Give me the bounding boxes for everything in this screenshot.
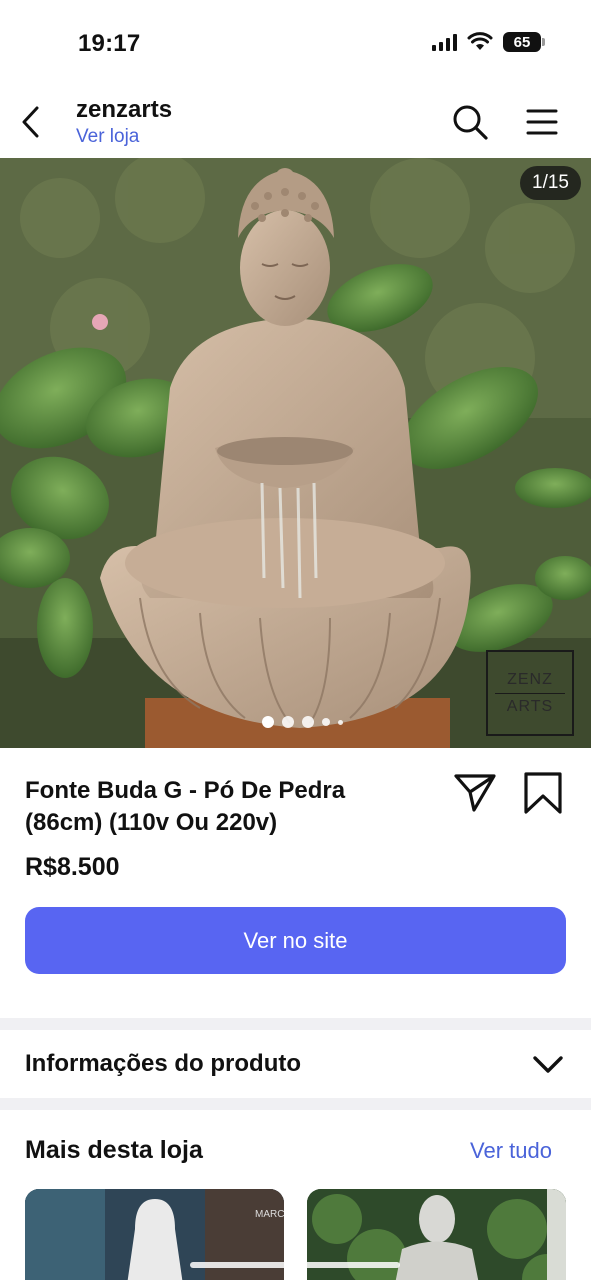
battery-icon: 65 — [503, 32, 545, 52]
battery-level: 65 — [513, 33, 531, 51]
status-time: 19:17 — [78, 30, 141, 57]
watermark-logo: ZENZ ARTS — [486, 650, 574, 736]
product-price: R$8.500 — [25, 853, 120, 881]
see-all-link[interactable]: Ver tudo — [470, 1138, 552, 1164]
carousel-dot[interactable] — [322, 718, 330, 726]
search-button[interactable] — [450, 102, 490, 142]
watermark-line1: ZENZ — [507, 670, 553, 688]
section-divider — [0, 1018, 591, 1030]
carousel-dot[interactable] — [338, 719, 343, 725]
header: zenzarts Ver loja — [0, 88, 591, 158]
share-button[interactable] — [452, 770, 498, 816]
wifi-icon — [467, 32, 493, 50]
chevron-down-icon — [533, 1056, 563, 1073]
image-counter: 1/15 — [520, 166, 581, 200]
thumbnail-text: MARC — [255, 1209, 284, 1220]
carousel-dot[interactable] — [262, 716, 274, 728]
search-icon — [453, 105, 488, 140]
save-button[interactable] — [520, 770, 566, 816]
send-icon — [454, 774, 496, 812]
signal-icon — [432, 33, 457, 51]
back-icon — [22, 106, 39, 138]
bookmark-icon — [524, 772, 562, 814]
menu-button[interactable] — [522, 102, 562, 142]
carousel-dot[interactable] — [282, 716, 294, 728]
carousel-dot[interactable] — [302, 716, 314, 728]
product-title: Fonte Buda G - Pó De Pedra (86cm) (110v … — [25, 777, 346, 836]
home-indicator — [190, 1262, 400, 1268]
back-button[interactable] — [14, 104, 46, 140]
store-link[interactable]: Ver loja — [76, 126, 172, 148]
more-from-store-title: Mais desta loja — [25, 1136, 203, 1164]
watermark-line2: ARTS — [506, 697, 554, 715]
status-icons: 65 — [432, 32, 545, 52]
product-info-accordion[interactable]: Informações do produto — [0, 1030, 591, 1098]
store-name[interactable]: zenzarts — [76, 96, 172, 124]
store-block[interactable]: zenzarts Ver loja — [76, 96, 172, 148]
product-image-carousel[interactable]: 1/15 ZENZ ARTS — [0, 158, 591, 748]
product-info-label: Informações do produto — [25, 1050, 301, 1077]
menu-icon — [526, 109, 558, 135]
status-bar: 19:17 65 — [0, 0, 591, 88]
section-divider — [0, 1098, 591, 1110]
carousel-dots[interactable] — [262, 716, 343, 728]
view-on-site-button[interactable]: Ver no site — [25, 907, 566, 974]
